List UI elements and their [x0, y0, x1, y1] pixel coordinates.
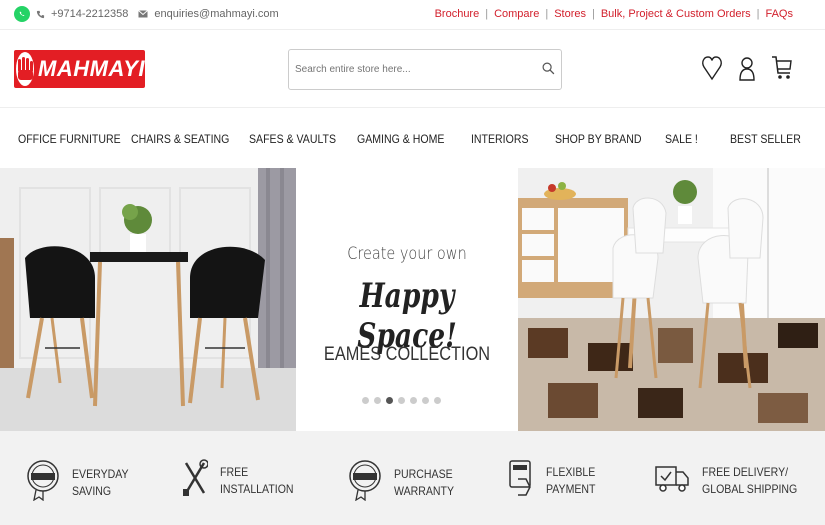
logo[interactable]: MAHMAYI [14, 50, 145, 88]
delivery-truck-icon [654, 459, 690, 502]
features-bar: EVERYDAY SAVING FREE INSTALLATION PURCHA… [0, 431, 825, 525]
nav-best-seller[interactable]: BEST SELLER [730, 132, 801, 146]
bulk-orders-link[interactable]: Bulk, Project & Custom Orders [601, 8, 751, 20]
search-input[interactable] [289, 50, 519, 89]
banner-collection-name: EAMES COLLECTION [323, 344, 491, 365]
feature-label: PURCHASE WARRANTY [394, 466, 455, 498]
stores-link[interactable]: Stores [554, 8, 586, 20]
slider-dot[interactable] [410, 397, 417, 404]
logo-text: MAHMAYI [38, 56, 145, 81]
top-bar: +9714-2212358 enquiries@mahmayi.com Broc… [0, 0, 825, 30]
faqs-link[interactable]: FAQs [765, 8, 793, 20]
feature-everyday-saving: EVERYDAY SAVING [26, 459, 136, 506]
wishlist-heart-icon[interactable] [701, 55, 723, 86]
slider-dot[interactable] [422, 397, 429, 404]
slider-dots [362, 397, 441, 404]
search-box [288, 49, 562, 90]
banner-subtitle: Create your own [347, 244, 467, 264]
slider-dot[interactable] [434, 397, 441, 404]
phone-icon [36, 8, 45, 20]
badge-icon [26, 459, 60, 506]
feature-free-delivery: FREE DELIVERY/ GLOBAL SHIPPING [654, 459, 810, 502]
nav-office-furniture[interactable]: OFFICE FURNITURE [18, 132, 121, 146]
whatsapp-icon[interactable] [14, 6, 30, 22]
top-links: Brochure | Compare | Stores | Bulk, Project… [434, 8, 793, 20]
nav-shop-by-brand[interactable]: SHOP BY BRAND [555, 132, 641, 146]
compare-link[interactable]: Compare [494, 8, 539, 20]
phone-number[interactable]: +9714-2212358 [51, 8, 128, 20]
tools-icon [182, 459, 209, 502]
hero-banner[interactable]: Create your own Happy Space! EAMES COLLE… [0, 168, 825, 431]
slider-dot[interactable] [398, 397, 405, 404]
card-payment-icon [508, 459, 534, 502]
hand-logo-icon [16, 52, 35, 86]
nav-gaming-home[interactable]: GAMING & HOME [357, 132, 444, 146]
nav-safes-vaults[interactable]: SAFES & VAULTS [249, 132, 336, 146]
feature-flexible-payment: FLEXIBLE PAYMENT [508, 459, 602, 502]
account-user-icon[interactable] [737, 55, 757, 86]
header: MAHMAYI [0, 30, 825, 108]
feature-label: FLEXIBLE PAYMENT [546, 464, 596, 496]
banner-image-white-chairs [518, 168, 825, 431]
nav-chairs-seating[interactable]: CHAIRS & SEATING [131, 132, 229, 146]
slider-dot[interactable] [374, 397, 381, 404]
feature-label: FREE DELIVERY/ GLOBAL SHIPPING [702, 464, 798, 496]
search-icon[interactable] [542, 62, 555, 80]
contact-info: +9714-2212358 enquiries@mahmayi.com [14, 6, 279, 22]
nav-sale[interactable]: SALE ! [665, 132, 698, 146]
main-nav: OFFICE FURNITURE CHAIRS & SEATING SAFES … [0, 108, 825, 168]
feature-free-installation: FREE INSTALLATION [182, 459, 304, 502]
cart-icon[interactable] [771, 55, 793, 86]
banner-text-panel: Create your own Happy Space! EAMES COLLE… [296, 168, 518, 431]
feature-label: FREE INSTALLATION [220, 464, 294, 496]
header-icons [701, 55, 793, 86]
slider-dot-active[interactable] [386, 397, 393, 404]
feature-label: EVERYDAY SAVING [72, 466, 129, 498]
feature-purchase-warranty: PURCHASE WARRANTY [348, 459, 462, 506]
warranty-icon [348, 459, 382, 506]
slider-dot[interactable] [362, 397, 369, 404]
email-icon [138, 8, 149, 20]
email-address[interactable]: enquiries@mahmayi.com [154, 8, 278, 20]
banner-image-black-chairs [0, 168, 296, 431]
nav-interiors[interactable]: INTERIORS [471, 132, 529, 146]
brochure-link[interactable]: Brochure [435, 8, 480, 20]
